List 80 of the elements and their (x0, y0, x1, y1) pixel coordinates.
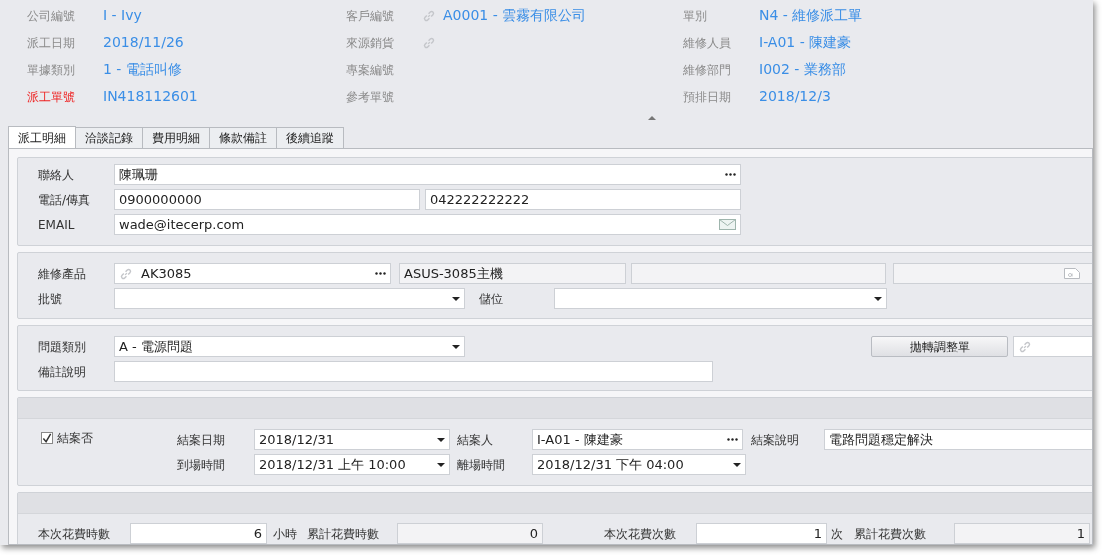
lookup-field[interactable]: 陳珮珊 (114, 164, 741, 185)
field-value: 2018/11/26 (103, 33, 184, 52)
field-label: 問題類別 (38, 338, 87, 356)
field-label: 批號 (38, 290, 63, 308)
field-label: 來源銷貨 (346, 34, 395, 52)
field-label: 維修部門 (683, 61, 732, 79)
field-label: 結案日期 (177, 431, 226, 449)
caret-icon[interactable] (733, 462, 741, 467)
field-label: 本次花費時數 (38, 525, 111, 543)
field-label: 電話/傳真 (38, 191, 92, 209)
lookup-field[interactable]: AK3085 (114, 263, 391, 284)
caret-icon[interactable] (437, 437, 445, 442)
field-label: 聯絡人 (38, 166, 75, 184)
field-label: 專案編號 (346, 61, 395, 79)
checkbox[interactable] (41, 432, 53, 444)
input-field[interactable]: 042222222222 (425, 189, 741, 210)
field-label: 儲位 (479, 290, 504, 308)
select-field[interactable]: A - 電源問題 (114, 336, 465, 357)
tab[interactable]: 費用明細 (142, 127, 210, 148)
unit-label: 小時 (273, 525, 298, 543)
field-label: 參考單號 (346, 88, 395, 106)
more-icon[interactable] (727, 438, 738, 441)
tab[interactable]: 後續追蹤 (276, 127, 344, 148)
checkbox-label: 結案否 (57, 430, 93, 447)
field-label: 派工日期 (27, 34, 76, 52)
field-value: I002 - 業務部 (759, 60, 846, 79)
field-value: IN418112601 (103, 87, 198, 106)
field-label: 維修人員 (683, 34, 732, 52)
field-value: 2018/12/3 (759, 87, 831, 106)
unit-label: 次 (831, 525, 844, 543)
lookup-field[interactable]: I-A01 - 陳建豪 (532, 429, 743, 450)
email-field[interactable]: wade@itecerp.com (114, 214, 741, 235)
convert-button[interactable]: 拋轉調整單 (871, 336, 1008, 357)
field-label: 維修產品 (38, 265, 87, 283)
field-label: 客戶編號 (346, 7, 395, 25)
caret-icon[interactable] (452, 344, 460, 349)
field-value: 1 - 電話叫修 (103, 60, 182, 79)
field-value: I - Ivy (103, 6, 142, 25)
field-label: 備註說明 (38, 363, 87, 381)
field-label: EMAIL (38, 216, 76, 234)
link-icon (1018, 339, 1032, 354)
caret-icon[interactable] (437, 462, 445, 467)
field-label: 公司編號 (27, 7, 76, 25)
field-value: A0001 - 雲霧有限公司 (443, 6, 587, 25)
field-label: 派工單號 (27, 88, 76, 106)
field-label: 本次花費次數 (604, 525, 677, 543)
field-label: 預排日期 (683, 88, 732, 106)
select-field[interactable]: 2018/12/31 下午 04:00 (532, 454, 746, 475)
select-field[interactable] (114, 288, 465, 309)
field-label: 離場時間 (457, 456, 506, 474)
field-value: N4 - 維修派工單 (759, 6, 863, 25)
readonly-field: 1 (954, 523, 1090, 544)
field-label: 單據類別 (27, 61, 76, 79)
tab[interactable]: 條款備註 (209, 127, 277, 148)
caret-icon[interactable] (452, 296, 460, 301)
field-label: 單別 (683, 7, 708, 25)
field-label: 結案說明 (751, 431, 800, 449)
more-icon[interactable] (725, 173, 736, 176)
field-value: I-A01 - 陳建豪 (759, 33, 852, 52)
select-field[interactable]: 2018/12/31 (254, 429, 450, 450)
readonly-field: 0 (397, 523, 543, 544)
input-field[interactable]: 0900000000 (114, 189, 420, 210)
input-field[interactable]: 6 (130, 523, 267, 544)
field-label: 結案人 (457, 431, 494, 449)
select-field[interactable] (554, 288, 887, 309)
field-label: 累計花費次數 (854, 525, 927, 543)
input-field[interactable] (114, 361, 713, 382)
select-field[interactable]: 2018/12/31 上午 10:00 (254, 454, 450, 475)
more-icon[interactable] (375, 272, 386, 275)
field-label: 到場時間 (177, 456, 226, 474)
caret-icon[interactable] (874, 296, 882, 301)
field-label: 累計花費時數 (307, 525, 380, 543)
tab[interactable]: 派工明細 (8, 126, 76, 148)
tab[interactable]: 洽談記錄 (75, 127, 143, 148)
input-field[interactable]: 1 (696, 523, 827, 544)
link-icon (119, 266, 133, 281)
input-field[interactable]: 電路問題穩定解決 (824, 429, 1092, 450)
collapse-icon[interactable] (648, 116, 656, 120)
readonly-field: ASUS-3085主機 (399, 263, 626, 284)
link-field[interactable] (1013, 336, 1092, 357)
